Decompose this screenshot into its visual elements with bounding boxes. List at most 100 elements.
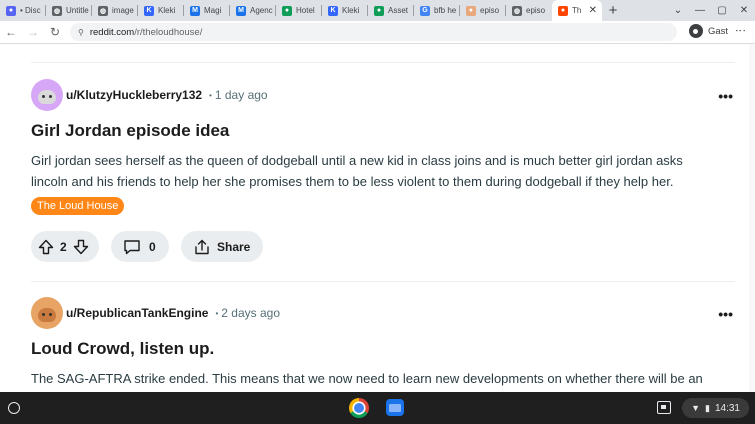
tab-title: Agenc — [250, 6, 273, 15]
profile-avatar-icon — [688, 24, 703, 38]
profile-label: Gast — [707, 25, 728, 37]
post-title[interactable]: Loud Crowd, listen up. — [31, 339, 735, 363]
browser-tab[interactable]: M Magi — [184, 0, 230, 21]
close-window-icon[interactable]: ✕ — [733, 5, 755, 16]
maximize-icon[interactable]: ▢ — [711, 5, 733, 16]
tab-title: Untitle — [66, 6, 89, 15]
status-tray[interactable]: ▼ ▮ 14:31 — [682, 398, 749, 418]
post-time: 1 day ago — [214, 88, 268, 102]
more-options-icon[interactable]: ••• — [718, 306, 733, 322]
kleki-icon: K — [328, 5, 338, 16]
tab-search-icon[interactable]: ⌄ — [667, 5, 689, 16]
green-icon: ● — [282, 5, 292, 16]
post-author[interactable]: u/RepublicanTankEngine — [66, 306, 208, 320]
tab-title: Hotel — [296, 6, 315, 15]
back-icon[interactable]: ← — [0, 21, 22, 43]
green-icon: ● — [374, 5, 384, 16]
tab-strip: ● • Disc ◍ Untitle ◍ image K Kleki M Magi M Agenc ● H… — [0, 0, 755, 21]
browser-tab[interactable]: ● Th ✕ — [552, 0, 602, 21]
browser-tab[interactable]: ● episo — [460, 0, 506, 21]
comment-icon — [124, 239, 140, 254]
kleki-icon: K — [144, 5, 154, 16]
browser-tab[interactable]: ● • Disc — [0, 0, 46, 21]
snoo-icon — [38, 90, 56, 104]
share-icon — [195, 239, 209, 254]
launcher-icon[interactable] — [8, 402, 20, 414]
post-header: u/RepublicanTankEngine • 2 days ago ••• — [31, 297, 735, 329]
holding-space-icon[interactable] — [657, 401, 671, 414]
os-shelf: ▼ ▮ 14:31 — [0, 392, 755, 424]
post-time: 2 days ago — [221, 306, 280, 320]
vote-count: 2 — [60, 239, 67, 254]
tab-title: image — [112, 6, 134, 15]
tab-title: bfb he — [434, 6, 457, 15]
more-options-icon[interactable]: ••• — [718, 88, 733, 104]
post-author[interactable]: u/KlutzyHuckleberry132 — [66, 88, 202, 102]
site-info-icon[interactable]: ⚲ — [78, 28, 84, 37]
page-content: u/KlutzyHuckleberry132 • 1 day ago ••• G… — [0, 44, 755, 392]
post-body: The SAG-AFTRA strike ended. This means t… — [31, 371, 703, 386]
divider — [31, 62, 735, 63]
tab-title: episo — [526, 6, 546, 15]
separator-dot: • — [215, 308, 219, 318]
tab-title: Asset — [388, 6, 409, 15]
files-app-icon[interactable] — [386, 399, 404, 416]
comments-button[interactable]: 0 — [111, 231, 169, 262]
tab-title: • Disc — [20, 6, 41, 15]
browser-tab[interactable]: ● Hotel — [276, 0, 322, 21]
browser-tab[interactable]: ● Asset — [368, 0, 414, 21]
avatar[interactable] — [31, 79, 63, 111]
separator-dot: • — [209, 90, 212, 100]
post-card[interactable]: u/RepublicanTankEngine • 2 days ago ••• … — [31, 297, 735, 389]
browser-menu-icon[interactable]: ⋮ — [734, 25, 747, 35]
scrollbar[interactable] — [749, 44, 755, 392]
address-bar[interactable]: ⚲ reddit.com/r/theloudhouse/ — [70, 23, 677, 41]
window-controls: ⌄ — ▢ ✕ — [667, 0, 755, 21]
post-title[interactable]: Girl Jordan episode idea — [31, 121, 735, 145]
globe-icon: ◍ — [98, 5, 108, 16]
tab-close-icon[interactable]: ✕ — [589, 5, 597, 16]
tab-title: Magi — [204, 6, 222, 15]
reload-icon[interactable]: ↻ — [44, 21, 66, 43]
minimize-icon[interactable]: — — [689, 5, 711, 16]
post-flair[interactable]: The Loud House — [31, 197, 125, 215]
avatar[interactable] — [31, 297, 63, 329]
forward-icon[interactable]: → — [22, 21, 44, 43]
browser-tab[interactable]: K Kleki — [322, 0, 368, 21]
post-header: u/KlutzyHuckleberry132 • 1 day ago ••• — [31, 79, 735, 111]
globe-icon: ◍ — [512, 5, 522, 16]
url-host: reddit.com — [89, 26, 135, 38]
tab-title: Kleki — [158, 6, 176, 15]
tab-title: Kleki — [342, 6, 360, 15]
wifi-icon: ▼ — [691, 403, 701, 413]
image-icon: ● — [466, 5, 476, 16]
browser-tab[interactable]: ◍ episo — [506, 0, 552, 21]
share-button[interactable]: Share — [181, 231, 263, 262]
browser-tab[interactable]: K Kleki — [138, 0, 184, 21]
browser-tab[interactable]: M Agenc — [230, 0, 276, 21]
downvote-icon[interactable] — [73, 239, 89, 255]
browser-tab[interactable]: ◍ Untitle — [46, 0, 92, 21]
chrome-app-icon[interactable] — [349, 398, 369, 418]
discord-icon: ● — [6, 5, 16, 16]
profile-button[interactable]: Gast — [688, 24, 728, 38]
divider — [31, 281, 735, 282]
navigation-bar: ← → ↻ ⚲ reddit.com/r/theloudhouse/ Gast … — [0, 21, 755, 44]
globe-icon: ◍ — [52, 5, 62, 16]
browser-tab[interactable]: ◍ image — [92, 0, 138, 21]
upvote-icon[interactable] — [38, 239, 54, 255]
reddit-icon: ● — [558, 5, 568, 16]
tab-title: episo — [480, 6, 500, 15]
post-card[interactable]: u/KlutzyHuckleberry132 • 1 day ago ••• G… — [31, 79, 735, 262]
snoo-icon — [38, 308, 56, 322]
battery-icon: ▮ — [705, 402, 710, 413]
comment-count: 0 — [149, 239, 156, 254]
tab-title: Th — [572, 6, 582, 15]
google-icon: G — [420, 5, 430, 16]
new-tab-button[interactable]: + — [602, 0, 624, 21]
browser-tab[interactable]: Gbfb he — [414, 0, 460, 21]
vote-control: 2 — [31, 231, 99, 262]
url-path: /r/theloudhouse/ — [134, 26, 203, 38]
clock: 14:31 — [714, 402, 740, 414]
post-actions: 2 0 Share — [31, 231, 735, 262]
